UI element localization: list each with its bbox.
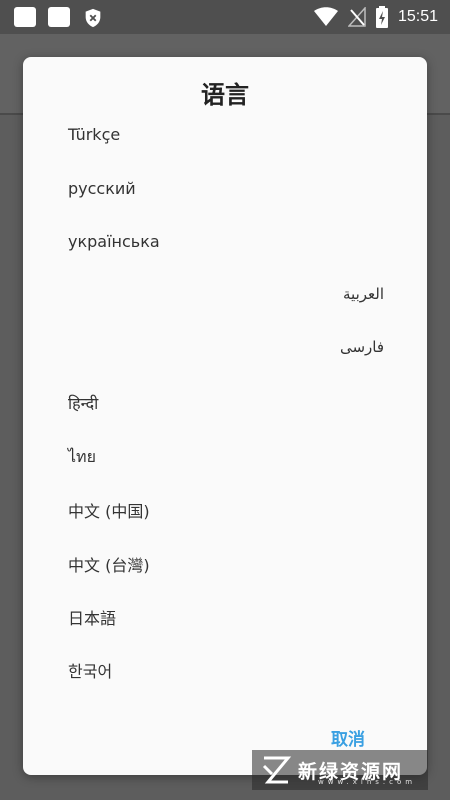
shield-icon [85, 8, 101, 28]
battery-charging-icon [375, 6, 388, 28]
wifi-icon [313, 7, 338, 26]
cancel-button[interactable]: 取消 [331, 725, 365, 750]
app-notification-icon [14, 7, 36, 27]
dialog-title: 语言 [201, 81, 249, 109]
clock: 15:51 [397, 8, 438, 25]
language-option-japanese[interactable]: 日本語 [23, 587, 427, 641]
language-option-chinese-simplified[interactable]: 中文 (中国) [23, 480, 427, 534]
language-label: ไทย [68, 447, 96, 466]
system-icons: 15:51 [313, 6, 438, 28]
language-option-korean[interactable]: 한국어 [23, 640, 427, 694]
language-label: 日本語 [68, 609, 117, 628]
language-label: українська [68, 232, 160, 251]
language-option-hindi[interactable]: हिन्दी [23, 374, 427, 428]
language-label: हिन्दी [68, 394, 99, 413]
language-option-chinese-traditional[interactable]: 中文 (台灣) [23, 534, 427, 588]
language-option-thai[interactable]: ไทย [23, 427, 427, 481]
notification-icons [14, 7, 104, 29]
language-option-russian[interactable]: русский [23, 161, 427, 215]
language-option-ukrainian[interactable]: українська [23, 214, 427, 268]
no-signal-icon [347, 7, 366, 27]
app-notification-icon-2 [48, 7, 70, 27]
watermark-logo-icon [262, 756, 292, 784]
language-label: العربية [343, 285, 384, 303]
watermark-url: www.xlhs.com [318, 778, 417, 786]
language-option-turkish[interactable]: Türkçe [23, 107, 427, 161]
language-label: русский [68, 179, 136, 198]
language-label: 中文 (台灣) [68, 556, 150, 575]
language-label: 한국어 [68, 662, 113, 681]
language-option-arabic[interactable]: العربية [23, 267, 427, 321]
watermark: 新绿资源网 www.xlhs.com [252, 750, 428, 790]
language-dialog: 语言 Türkçe русский українська العربية فار… [23, 57, 427, 775]
status-bar: 15:51 [0, 0, 450, 34]
language-option-persian[interactable]: فارسی [23, 320, 427, 374]
language-label: 中文 (中国) [68, 502, 150, 521]
language-label: فارسی [339, 338, 384, 356]
language-label: Türkçe [68, 125, 121, 144]
screen: 15:51 语言 Türkçe русский українська العرب… [0, 0, 450, 800]
